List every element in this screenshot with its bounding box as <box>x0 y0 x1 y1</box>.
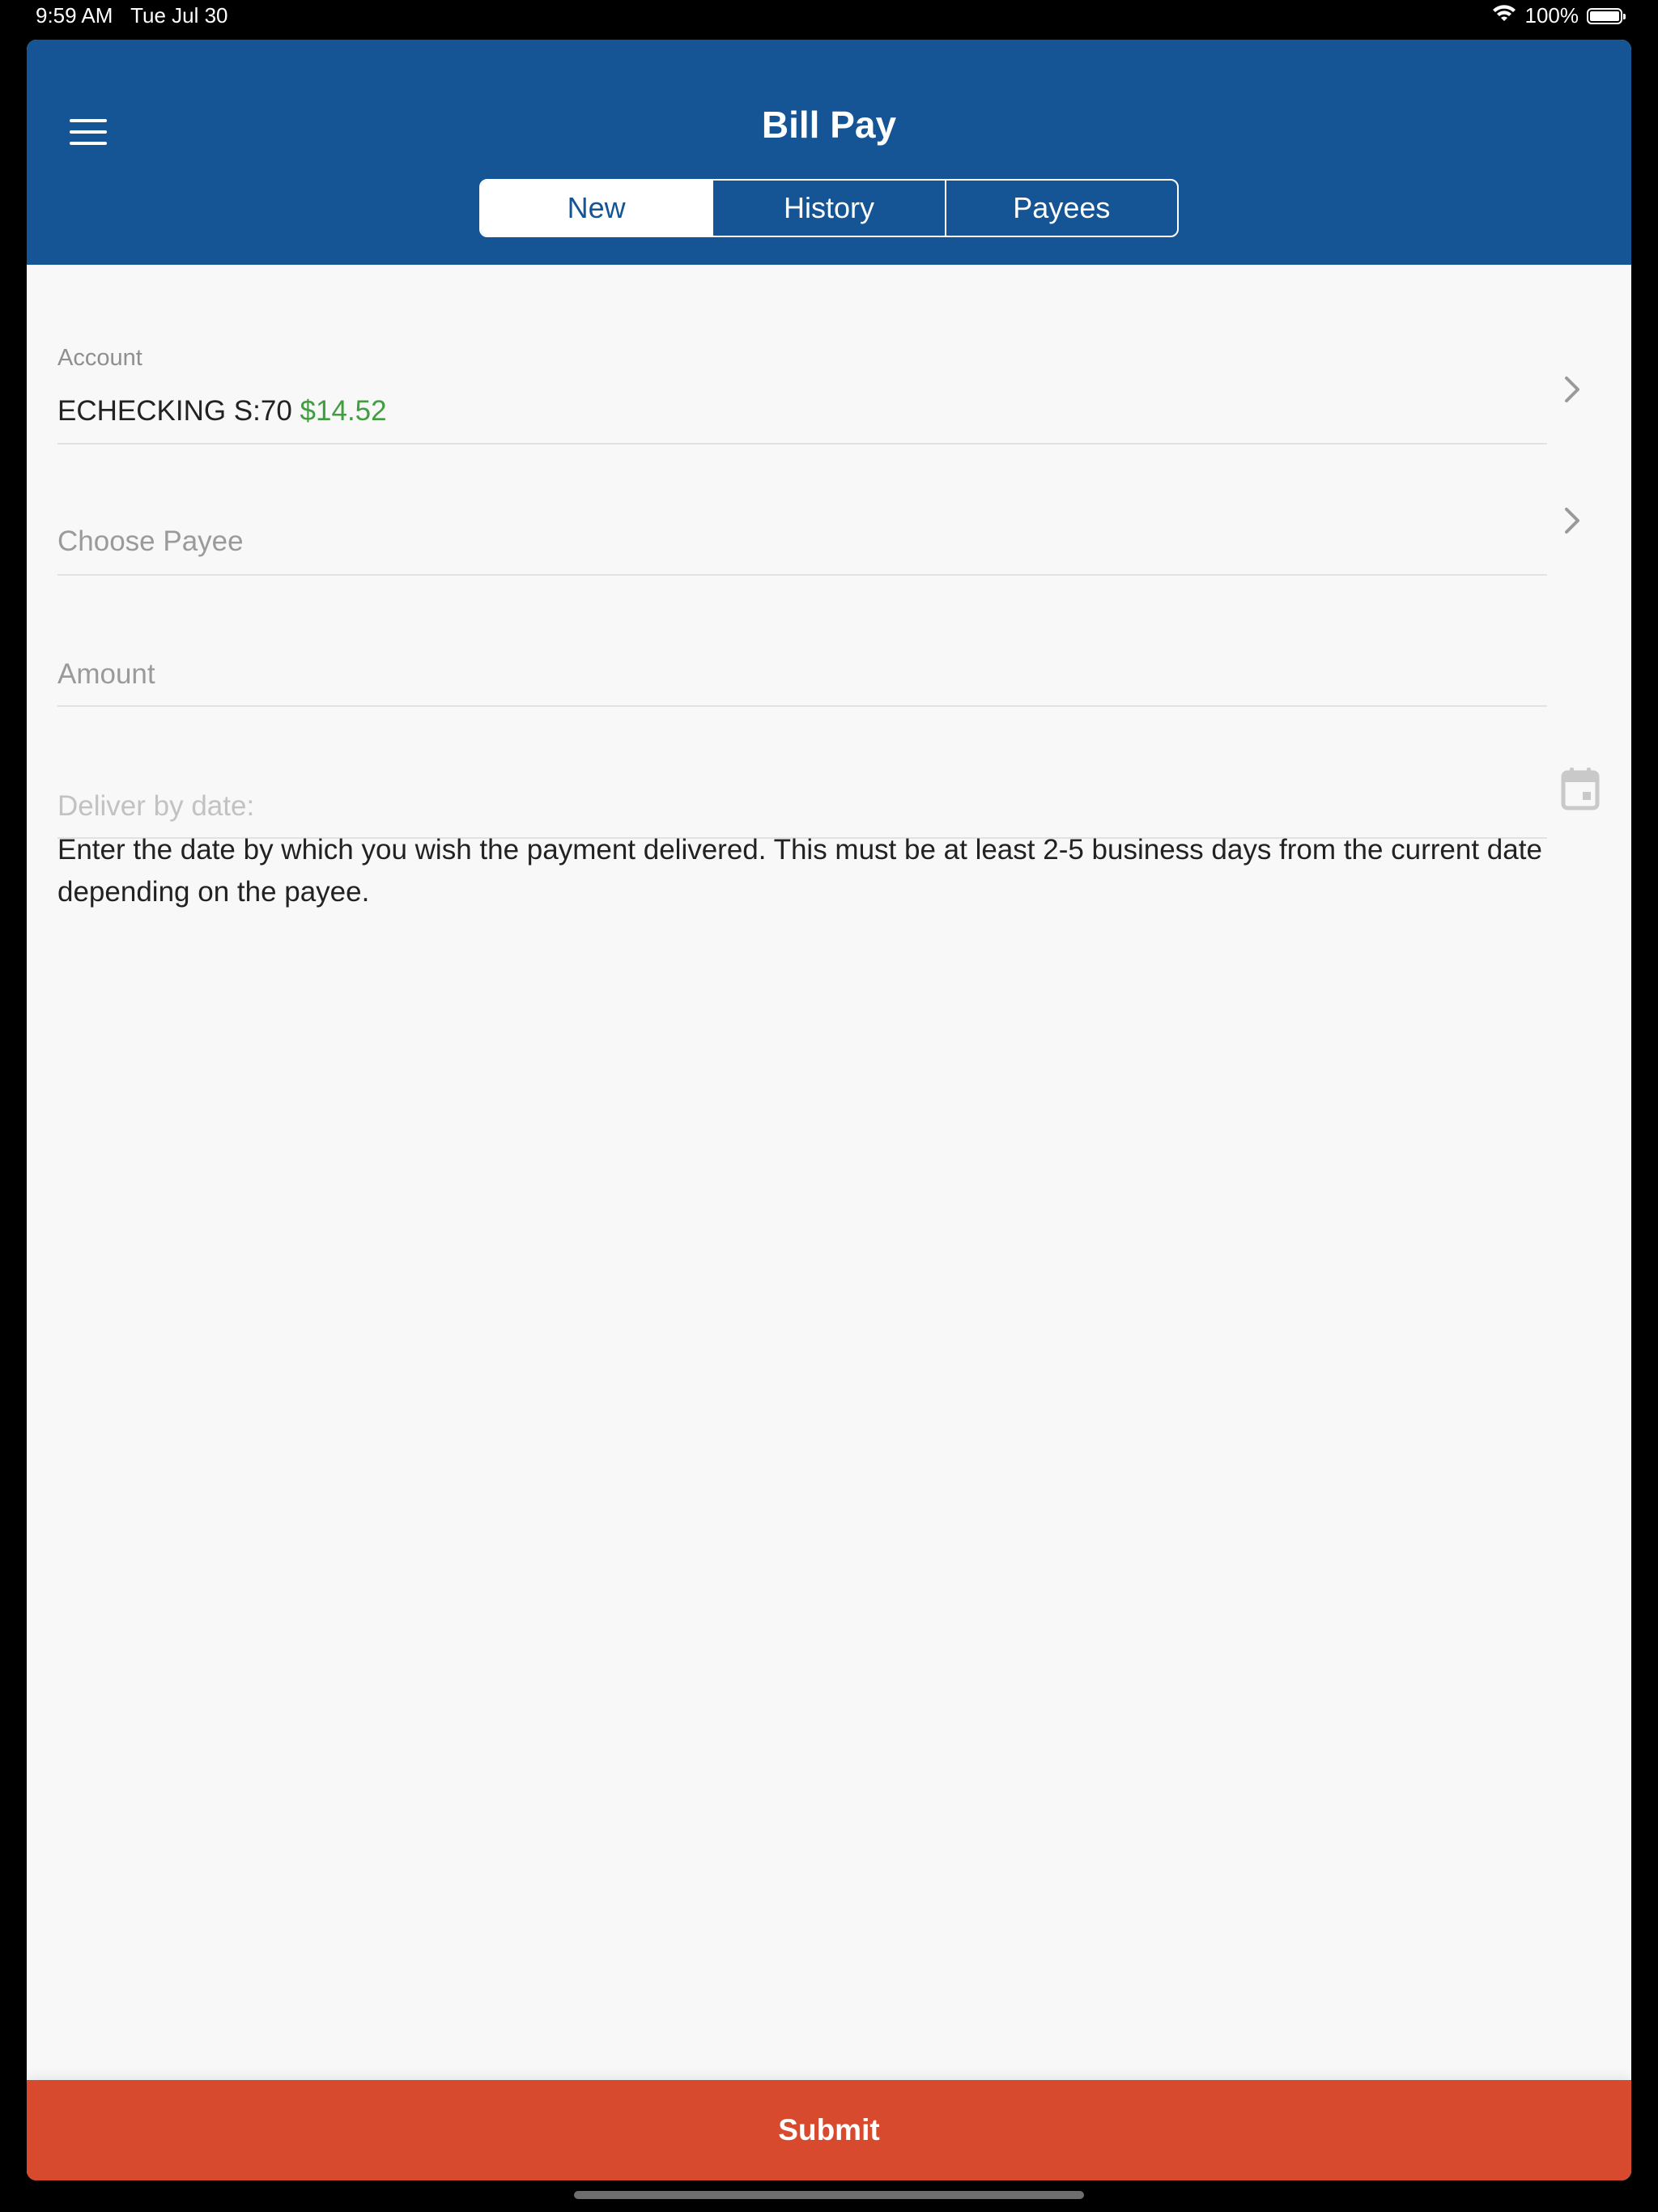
wifi-icon <box>1491 3 1517 28</box>
header: Bill Pay New History Payees <box>27 40 1631 265</box>
account-name: ECHECKING S:70 <box>57 395 292 427</box>
account-chevron-right-icon[interactable] <box>1555 372 1591 407</box>
battery-percent: 100% <box>1524 3 1579 28</box>
account-balance: $14.52 <box>300 395 387 427</box>
status-date: Tue Jul 30 <box>130 3 228 28</box>
payee-placeholder: Choose Payee <box>57 525 244 557</box>
battery-icon <box>1587 7 1626 24</box>
account-field[interactable]: Account ECHECKING S:70 $14.52 <box>57 303 1547 445</box>
home-indicator[interactable] <box>574 2191 1084 2199</box>
amount-field[interactable]: Amount <box>57 606 1547 707</box>
payee-field[interactable]: Choose Payee <box>57 477 1547 576</box>
status-time: 9:59 AM <box>36 3 113 28</box>
account-label: Account <box>57 345 142 371</box>
payee-chevron-right-icon[interactable] <box>1555 503 1591 538</box>
bill-pay-screen: Bill Pay New History Payees Account ECHE… <box>27 40 1631 2180</box>
calendar-icon[interactable] <box>1559 766 1601 811</box>
status-bar: 9:59 AM Tue Jul 30 100% <box>0 0 1658 36</box>
tab-new[interactable]: New <box>481 181 712 236</box>
submit-button[interactable]: Submit <box>27 2080 1631 2180</box>
deliver-date-help-text: Enter the date by which you wish the pay… <box>57 834 1542 908</box>
tab-history[interactable]: History <box>712 181 944 236</box>
account-value: ECHECKING S:70 $14.52 <box>57 395 387 428</box>
deliver-date-field[interactable]: Deliver by date: <box>57 738 1547 839</box>
tab-bar: New History Payees <box>479 179 1179 237</box>
battery-fill <box>1590 11 1619 21</box>
page-title: Bill Pay <box>761 104 897 146</box>
amount-input: Amount <box>57 658 155 690</box>
tab-payees[interactable]: Payees <box>944 181 1177 236</box>
status-indicators: 100% <box>1491 3 1626 28</box>
status-time-date: 9:59 AM Tue Jul 30 <box>36 3 228 28</box>
deliver-date-input: Deliver by date: <box>57 790 255 822</box>
